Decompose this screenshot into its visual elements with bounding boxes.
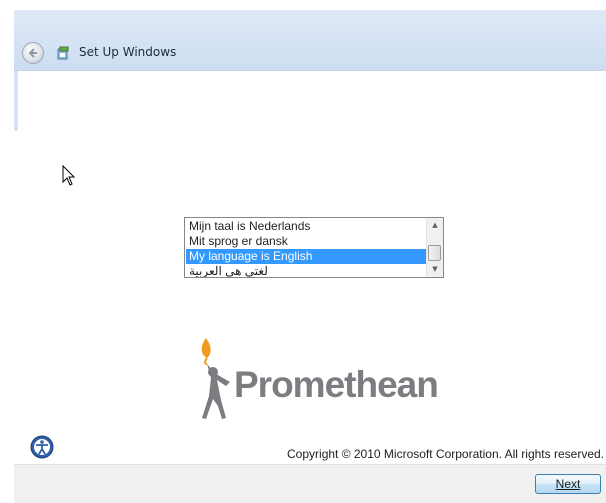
scroll-up-icon[interactable]: ▲ <box>427 218 443 232</box>
promethean-logo: Promethean <box>194 336 444 422</box>
list-item-arabic[interactable]: لغتي هي العربية <box>186 264 427 277</box>
setup-window: Set Up Windows Mijn taal is Nederlands M… <box>14 10 606 503</box>
title-bar: Set Up Windows <box>14 10 606 71</box>
mouse-pointer-icon <box>62 165 76 186</box>
next-button[interactable]: Next <box>535 474 601 494</box>
left-strip <box>14 71 18 131</box>
listbox-scrollbar[interactable]: ▲ ▼ <box>426 218 443 277</box>
copyright-text: Copyright © 2010 Microsoft Corporation. … <box>287 447 604 461</box>
list-item-danish[interactable]: Mit sprog er dansk <box>186 234 427 249</box>
scroll-down-icon[interactable]: ▼ <box>427 262 443 276</box>
back-button[interactable] <box>22 42 44 64</box>
setup-windows-icon <box>57 46 69 60</box>
desktop-edge <box>0 0 606 10</box>
window-title: Set Up Windows <box>79 45 177 59</box>
next-label: Next <box>555 477 581 491</box>
scroll-thumb[interactable] <box>428 245 441 261</box>
language-listbox[interactable]: Mijn taal is Nederlands Mit sprog er dan… <box>184 217 444 278</box>
promethean-figure-icon <box>201 338 230 419</box>
footer-bar <box>14 464 606 503</box>
list-item-dutch[interactable]: Mijn taal is Nederlands <box>186 219 427 234</box>
logo-text: Promethean <box>234 364 439 405</box>
list-item-english[interactable]: My language is English <box>186 249 427 264</box>
back-arrow-icon <box>28 48 37 58</box>
ease-of-access-icon[interactable] <box>30 435 54 459</box>
